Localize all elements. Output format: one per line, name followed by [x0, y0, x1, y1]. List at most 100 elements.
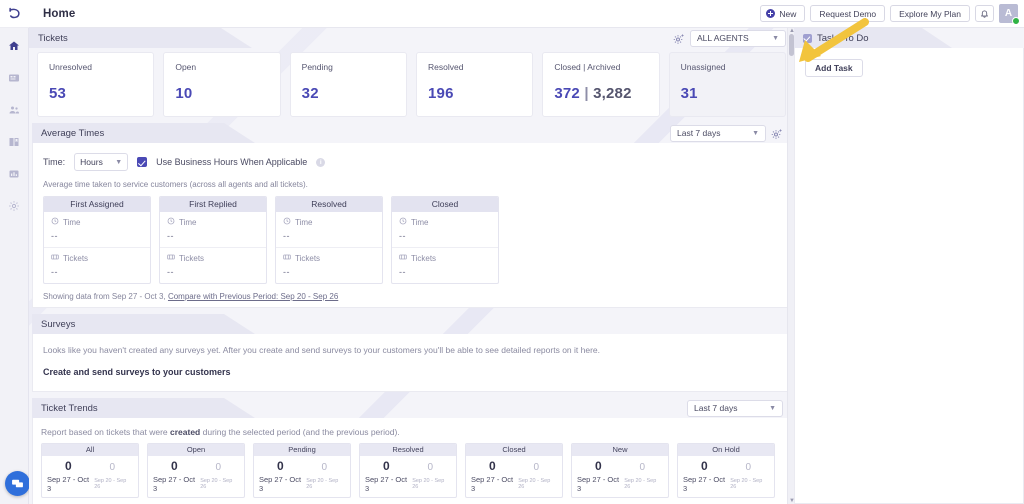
ticket-trend-current-range: Sep 27 - Oct 3	[683, 475, 726, 493]
ticket-trend-dates: Sep 27 - Oct 3 Sep 20 - Sep 26	[360, 473, 456, 497]
surveys-empty-text: Looks like you haven't created any surve…	[43, 345, 600, 355]
ticket-kpi-primary-value: 32	[301, 85, 319, 102]
topbar-actions: New Request Demo Explore My Plan A	[760, 4, 1020, 25]
ticket-kpi-card[interactable]: Open 10	[163, 52, 281, 117]
ticket-trend-dates: Sep 27 - Oct 3 Sep 20 - Sep 26	[42, 473, 138, 497]
ticket-trend-card: New 0 0 Sep 27 - Oct 3 Sep 20 - Sep 26	[571, 443, 669, 498]
reports-chart-icon	[9, 170, 19, 178]
ticket-kpi-label: Open	[175, 62, 197, 72]
clock-icon	[399, 217, 407, 227]
ticket-trend-current-value: 0	[700, 459, 708, 473]
average-tickets-cell: Tickets --	[44, 248, 150, 283]
ticket-trend-previous-range: Sep 20 - Sep 26	[624, 478, 657, 490]
undo-logo-icon	[8, 7, 20, 19]
ticket-trend-title: New	[572, 444, 668, 456]
average-time-cell: Time --	[160, 212, 266, 248]
ticket-trend-current-range: Sep 27 - Oct 3	[577, 475, 620, 493]
ticket-trends-note-prefix: Report based on tickets that were	[41, 427, 170, 437]
ticket-trend-previous-range: Sep 20 - Sep 26	[412, 478, 445, 490]
ticket-trends-body: Report based on tickets that were create…	[32, 418, 791, 504]
ticket-trends-note: Report based on tickets that were create…	[41, 427, 782, 437]
sidebar-item-tickets[interactable]	[0, 64, 29, 92]
average-times-section: Average Times Last 7 days ▼ Time: Hours …	[32, 123, 791, 308]
ticket-trend-previous-range: Sep 20 - Sep 26	[200, 478, 233, 490]
average-time-row-label: Time	[295, 217, 313, 227]
tickets-section: Tickets ALL AGENTS ▼ Unresolved 53 Open …	[29, 28, 794, 123]
add-task-button[interactable]: Add Task	[805, 59, 863, 77]
avatar-initial: A	[1004, 8, 1013, 19]
app-logo[interactable]	[0, 0, 29, 28]
tickets-grid-icon	[9, 74, 19, 82]
new-button[interactable]: New	[760, 5, 806, 22]
ticket-trend-card: Open 0 0 Sep 27 - Oct 3 Sep 20 - Sep 26	[147, 443, 245, 498]
average-times-footer-prefix: Showing data from Sep 27 - Oct 3,	[43, 292, 168, 301]
sidebar-item-knowledge-base[interactable]	[0, 128, 29, 156]
average-time-row-label: Time	[411, 217, 429, 227]
average-time-cell: Time --	[392, 212, 498, 248]
ticket-kpi-card[interactable]: Unresolved 53	[37, 52, 155, 117]
agent-filter-select[interactable]: ALL AGENTS ▼	[690, 29, 786, 47]
explore-my-plan-button[interactable]: Explore My Plan	[890, 5, 970, 22]
ticket-kpi-card[interactable]: Closed | Archived 372 | 3,282	[542, 52, 660, 117]
gear-icon	[9, 201, 19, 211]
gear-plus-icon[interactable]	[771, 127, 783, 139]
sidebar-item-home[interactable]	[0, 32, 29, 60]
average-time-row-value: --	[283, 231, 290, 241]
average-time-row-value: --	[399, 231, 406, 241]
average-tickets-cell: Tickets --	[160, 248, 266, 283]
ticket-trend-previous-value: 0	[321, 462, 328, 473]
ticket-trend-dates: Sep 27 - Oct 3 Sep 20 - Sep 26	[254, 473, 350, 497]
time-unit-select[interactable]: Hours ▼	[74, 153, 129, 171]
request-demo-button[interactable]: Request Demo	[810, 5, 886, 22]
ticket-icon	[399, 253, 407, 263]
chat-widget-button[interactable]	[5, 471, 30, 496]
ticket-icon	[283, 253, 291, 263]
ticket-trend-current-range: Sep 27 - Oct 3	[47, 475, 90, 493]
ticket-kpi-primary-value: 372	[554, 85, 580, 102]
ticket-trend-card: Closed 0 0 Sep 27 - Oct 3 Sep 20 - Sep 26	[465, 443, 563, 498]
ticket-kpi-value: 32	[302, 85, 395, 102]
ticket-kpi-value: 53	[49, 85, 142, 102]
home-icon	[9, 41, 19, 50]
ticket-trend-current-value: 0	[488, 459, 496, 473]
content-scrollbar[interactable]: ▲ ▼	[787, 28, 794, 504]
ticket-trend-card: Pending 0 0 Sep 27 - Oct 3 Sep 20 - Sep 26	[253, 443, 351, 498]
average-tickets-row-label: Tickets	[179, 253, 205, 263]
average-time-column-title: First Assigned	[44, 197, 150, 212]
ticket-trend-previous-range: Sep 20 - Sep 26	[730, 478, 763, 490]
ticket-trends-section: Ticket Trends Last 7 days ▼ Report based…	[32, 398, 791, 504]
app-root: Home New Request Demo Explore My Plan A	[0, 0, 1024, 504]
compare-previous-period-link[interactable]: Compare with Previous Period: Sep 20 - S…	[168, 292, 338, 301]
ticket-kpi-label: Pending	[301, 62, 333, 72]
ticket-trend-current-range: Sep 27 - Oct 3	[259, 475, 302, 493]
plus-circle-icon	[766, 9, 776, 18]
avatar-online-status-dot	[1012, 17, 1020, 25]
average-tickets-row-value: --	[283, 267, 290, 277]
average-tickets-row-label: Tickets	[63, 253, 89, 263]
info-icon[interactable]: i	[316, 157, 326, 167]
ticket-trends-range-select[interactable]: Last 7 days ▼	[687, 399, 783, 417]
ticket-kpi-card[interactable]: Pending 32	[289, 52, 407, 117]
average-times-range-select[interactable]: Last 7 days ▼	[670, 124, 766, 142]
average-tickets-row-value: --	[167, 267, 174, 277]
ticket-kpi-card[interactable]: Unassigned 31	[668, 52, 786, 117]
ticket-kpi-value: 196	[428, 85, 521, 102]
sidebar-item-reports[interactable]	[0, 160, 29, 188]
ticket-kpi-card[interactable]: Resolved 196	[415, 52, 534, 117]
ticket-trend-dates: Sep 27 - Oct 3 Sep 20 - Sep 26	[466, 473, 562, 497]
average-time-column-title: First Replied	[160, 197, 266, 212]
business-hours-checkbox[interactable]	[137, 157, 148, 167]
ticket-trend-title: Pending	[254, 444, 350, 456]
gear-plus-icon[interactable]	[673, 32, 685, 44]
create-surveys-link[interactable]: Create and send surveys to your customer…	[43, 367, 780, 377]
avatar[interactable]: A	[999, 4, 1020, 25]
tasks-checkbox-icon[interactable]	[803, 33, 812, 43]
dashboard-content: Tickets ALL AGENTS ▼ Unresolved 53 Open …	[29, 28, 794, 504]
ticket-trend-previous-value: 0	[427, 462, 434, 473]
notifications-button[interactable]	[975, 5, 994, 22]
ticket-trend-previous-value: 0	[745, 462, 752, 473]
ticket-trend-current-range: Sep 27 - Oct 3	[365, 475, 408, 493]
ticket-trend-previous-range: Sep 20 - Sep 26	[306, 478, 339, 490]
sidebar-item-contacts[interactable]	[0, 96, 29, 124]
sidebar-item-settings[interactable]	[0, 192, 29, 220]
